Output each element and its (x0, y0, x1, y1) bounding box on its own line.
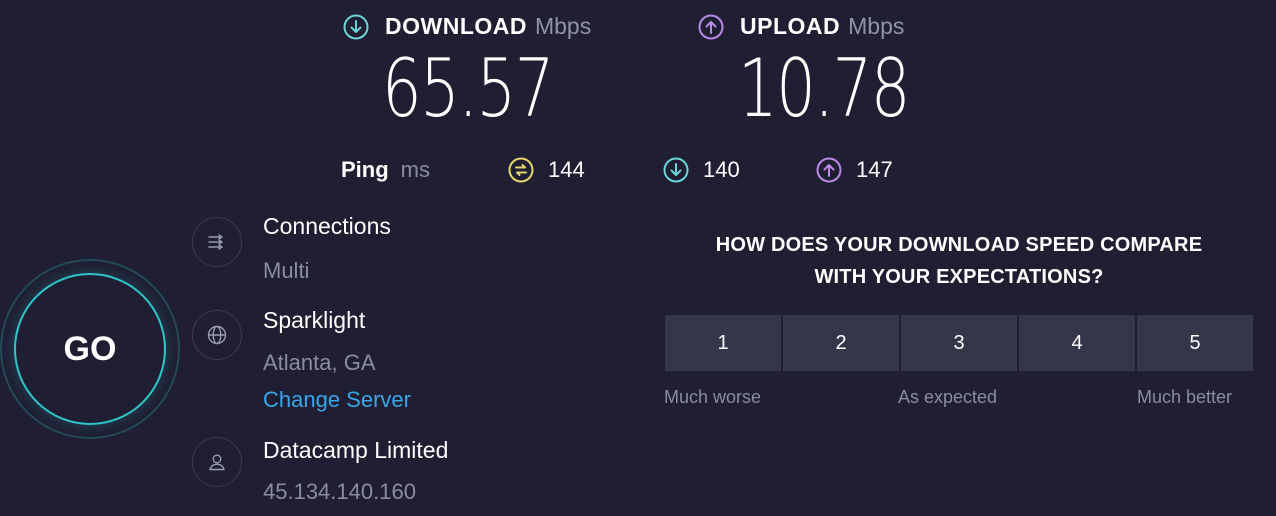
ping-download-icon (663, 157, 689, 183)
upload-unit: Mbps (848, 13, 905, 39)
survey-question-line2: WITH YOUR EXPECTATIONS? (814, 266, 1104, 288)
scale-label-low: Much worse (664, 387, 762, 407)
connections-title: Connections (263, 213, 391, 239)
upload-label: UPLOAD (740, 13, 841, 39)
upload-arrow-icon (698, 14, 724, 40)
download-unit: Mbps (534, 13, 592, 39)
go-button-ring: GO (0, 259, 180, 439)
provider-ip: 45.134.140.160 (263, 479, 416, 504)
download-arrow-icon (343, 14, 369, 40)
ping-idle: 144 (508, 157, 585, 183)
provider-name: Datacamp Limited (263, 437, 449, 463)
ping-idle-icon (508, 157, 534, 183)
go-button[interactable]: GO (14, 273, 166, 425)
upload-header: UPLOAD Mbps (698, 13, 904, 40)
download-value: 65.57 (382, 42, 554, 135)
survey-question: HOW DOES YOUR DOWNLOAD SPEED COMPARE WIT… (664, 229, 1254, 293)
ping-upload-value: 147 (856, 157, 893, 182)
rating-button-2[interactable]: 2 (783, 315, 899, 371)
ping-download-value: 140 (703, 157, 740, 182)
ping-upload-icon (816, 157, 842, 183)
user-icon (192, 437, 242, 487)
ping-download: 140 (663, 157, 740, 183)
change-server-link[interactable]: Change Server (263, 387, 411, 413)
rating-button-4[interactable]: 4 (1019, 315, 1135, 371)
upload-value: 10.78 (738, 42, 910, 135)
ping-upload: 147 (816, 157, 893, 183)
ping-idle-value: 144 (548, 157, 585, 182)
globe-icon (192, 310, 242, 360)
download-header: DOWNLOAD Mbps (343, 13, 591, 40)
connections-value: Multi (263, 258, 310, 283)
rating-button-1[interactable]: 1 (665, 315, 781, 371)
ping-label: Ping (341, 157, 389, 182)
rating-button-5[interactable]: 5 (1137, 315, 1253, 371)
server-location: Atlanta, GA (263, 350, 376, 375)
connections-icon (192, 217, 242, 267)
rating-button-3[interactable]: 3 (901, 315, 1017, 371)
ping-unit: ms (400, 157, 430, 182)
survey-question-line1: HOW DOES YOUR DOWNLOAD SPEED COMPARE (715, 234, 1203, 256)
download-label: DOWNLOAD (385, 13, 527, 39)
rating-bar: 1 2 3 4 5 (665, 315, 1253, 371)
ping-row: Ping ms (341, 157, 430, 183)
scale-label-mid: As expected (898, 387, 998, 407)
server-name: Sparklight (263, 307, 366, 333)
scale-label-high: Much better (1137, 387, 1233, 407)
